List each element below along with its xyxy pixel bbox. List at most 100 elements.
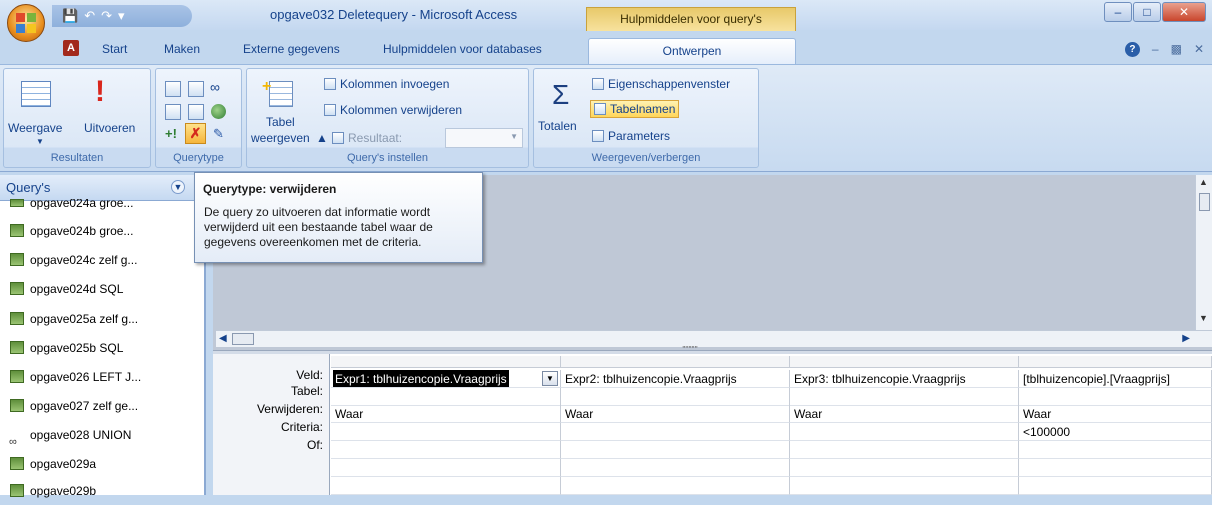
update-query-icon[interactable]: ✎: [213, 126, 224, 142]
tab-ontwerpen[interactable]: Ontwerpen: [588, 38, 796, 64]
empty-cell[interactable]: [1019, 477, 1212, 495]
column-selector[interactable]: [1019, 356, 1212, 368]
resultaat-dropdown-icon[interactable]: ▼: [510, 132, 518, 141]
list-item[interactable]: opgave025a zelf g...: [0, 305, 205, 333]
tabel-weergeven-button[interactable]: weergeven: [251, 131, 310, 145]
tab-maken[interactable]: Maken: [164, 42, 200, 56]
list-item[interactable]: ∞ opgave028 UNION: [0, 421, 205, 449]
empty-cell[interactable]: [561, 477, 790, 495]
tab-start[interactable]: Start: [102, 42, 127, 56]
tab-hulpmiddelen-databases[interactable]: Hulpmiddelen voor databases: [383, 42, 542, 56]
or-cell[interactable]: [790, 441, 1019, 459]
parameters-button[interactable]: Parameters: [592, 129, 670, 143]
query-icon: [10, 224, 24, 237]
delete-query-icon[interactable]: ✗: [185, 123, 206, 144]
office-button[interactable]: [7, 4, 45, 42]
weergave-dropdown-icon[interactable]: ▼: [36, 137, 44, 146]
nav-header[interactable]: Query's ▼: [0, 175, 205, 201]
resultaat-select[interactable]: ▼: [445, 128, 523, 148]
table-cell[interactable]: [1019, 388, 1212, 406]
group-query-instellen-label: Query's instellen: [347, 152, 428, 164]
column-selector[interactable]: [790, 356, 1019, 368]
ribbon: ! Weergave Uitvoeren ▼ Resultaten ∞ +! ✗…: [0, 64, 1212, 172]
splitter-grip[interactable]: '''''''''': [660, 346, 720, 354]
field-cell[interactable]: Expr3: tblhuizencopie.Vraagprijs: [790, 370, 1019, 388]
append-query-icon[interactable]: +!: [165, 126, 177, 141]
close-button[interactable]: ✕: [1162, 2, 1206, 22]
table-pane-vscroll[interactable]: ▲ ▼: [1195, 175, 1212, 345]
select-query-icon[interactable]: [165, 81, 181, 97]
field-cell[interactable]: Expr1: tblhuizencopie.Vraagprijs ▼: [331, 370, 561, 388]
scroll-left-icon[interactable]: ◀: [219, 333, 227, 344]
empty-cell[interactable]: [790, 477, 1019, 495]
scroll-right-icon[interactable]: ▶: [1182, 333, 1190, 344]
table-cell[interactable]: [790, 388, 1019, 406]
kolommen-verwijderen-button[interactable]: Kolommen verwijderen: [324, 103, 462, 117]
undo-icon[interactable]: ↶: [84, 8, 95, 24]
office-logo-icon: [16, 13, 36, 33]
or-cell[interactable]: [1019, 441, 1212, 459]
union-query-icon[interactable]: ∞: [210, 79, 220, 95]
totalen-button[interactable]: Totalen: [538, 119, 577, 133]
empty-cell[interactable]: [790, 459, 1019, 477]
passthrough-query-icon[interactable]: [188, 104, 204, 120]
maximize-button[interactable]: □: [1133, 2, 1161, 22]
empty-cell[interactable]: [331, 477, 561, 495]
table-pane-hscroll[interactable]: ◀ ▶: [216, 330, 1212, 347]
list-item[interactable]: opgave024d SQL: [0, 275, 205, 303]
field-dropdown-icon[interactable]: ▼: [542, 371, 558, 386]
minimize-button[interactable]: –: [1104, 2, 1132, 22]
table-cell[interactable]: [331, 388, 561, 406]
show-table-icon: [269, 81, 293, 107]
uitvoeren-button[interactable]: Uitvoeren: [84, 121, 135, 135]
list-item[interactable]: opgave029b: [0, 477, 205, 505]
scroll-thumb[interactable]: [1199, 193, 1210, 211]
builder-icon[interactable]: ▲: [316, 131, 328, 145]
criteria-cell[interactable]: <100000: [1019, 423, 1212, 441]
redo-icon[interactable]: ↷: [101, 8, 112, 24]
weergave-button[interactable]: Weergave: [8, 121, 62, 135]
tab-externe-gegevens[interactable]: Externe gegevens: [243, 42, 340, 56]
list-item[interactable]: opgave024a groe...: [0, 199, 205, 211]
scroll-down-icon[interactable]: ▼: [1199, 313, 1208, 323]
list-item[interactable]: opgave024b groe...: [0, 217, 205, 245]
list-item[interactable]: opgave029a: [0, 450, 205, 478]
eigenschappenvenster-button[interactable]: Eigenschappenvenster: [592, 77, 730, 91]
criteria-cell[interactable]: [331, 423, 561, 441]
save-icon[interactable]: 💾: [62, 8, 78, 24]
tabelnamen-button[interactable]: Tabelnamen: [590, 100, 680, 118]
globe-icon[interactable]: [211, 104, 226, 119]
kolommen-invoegen-button[interactable]: Kolommen invoegen: [324, 77, 449, 91]
column-selector[interactable]: [561, 356, 790, 368]
delete-cell[interactable]: Waar: [331, 405, 561, 423]
empty-cell[interactable]: [561, 459, 790, 477]
empty-cell[interactable]: [331, 459, 561, 477]
delete-cell[interactable]: Waar: [790, 405, 1019, 423]
restore-doc-icon[interactable]: ▩: [1171, 42, 1182, 57]
list-item[interactable]: opgave025b SQL: [0, 334, 205, 362]
customize-qat-icon[interactable]: ▾: [118, 8, 125, 24]
field-cell[interactable]: Expr2: tblhuizencopie.Vraagprijs: [561, 370, 790, 388]
delete-cell[interactable]: Waar: [561, 405, 790, 423]
help-icon[interactable]: ?: [1124, 42, 1140, 57]
column-selector[interactable]: [331, 356, 561, 368]
hscroll-thumb[interactable]: [232, 333, 254, 345]
or-cell[interactable]: [561, 441, 790, 459]
tabel-label[interactable]: Tabel: [266, 115, 295, 129]
field-cell[interactable]: [tblhuizencopie].[Vraagprijs]: [1019, 370, 1212, 388]
scroll-up-icon[interactable]: ▲: [1199, 177, 1208, 187]
minimize-doc-icon[interactable]: –: [1152, 42, 1159, 57]
nav-chevron-icon[interactable]: ▼: [171, 180, 185, 194]
list-item[interactable]: opgave024c zelf g...: [0, 246, 205, 274]
criteria-cell[interactable]: [790, 423, 1019, 441]
criteria-cell[interactable]: [561, 423, 790, 441]
table-cell[interactable]: [561, 388, 790, 406]
list-item[interactable]: opgave026 LEFT J...: [0, 363, 205, 391]
or-cell[interactable]: [331, 441, 561, 459]
close-doc-icon[interactable]: ✕: [1194, 42, 1204, 57]
list-item[interactable]: opgave027 zelf ge...: [0, 392, 205, 420]
maketable-query-icon[interactable]: [165, 104, 181, 120]
crosstab-query-icon[interactable]: [188, 81, 204, 97]
empty-cell[interactable]: [1019, 459, 1212, 477]
delete-cell[interactable]: Waar: [1019, 405, 1212, 423]
